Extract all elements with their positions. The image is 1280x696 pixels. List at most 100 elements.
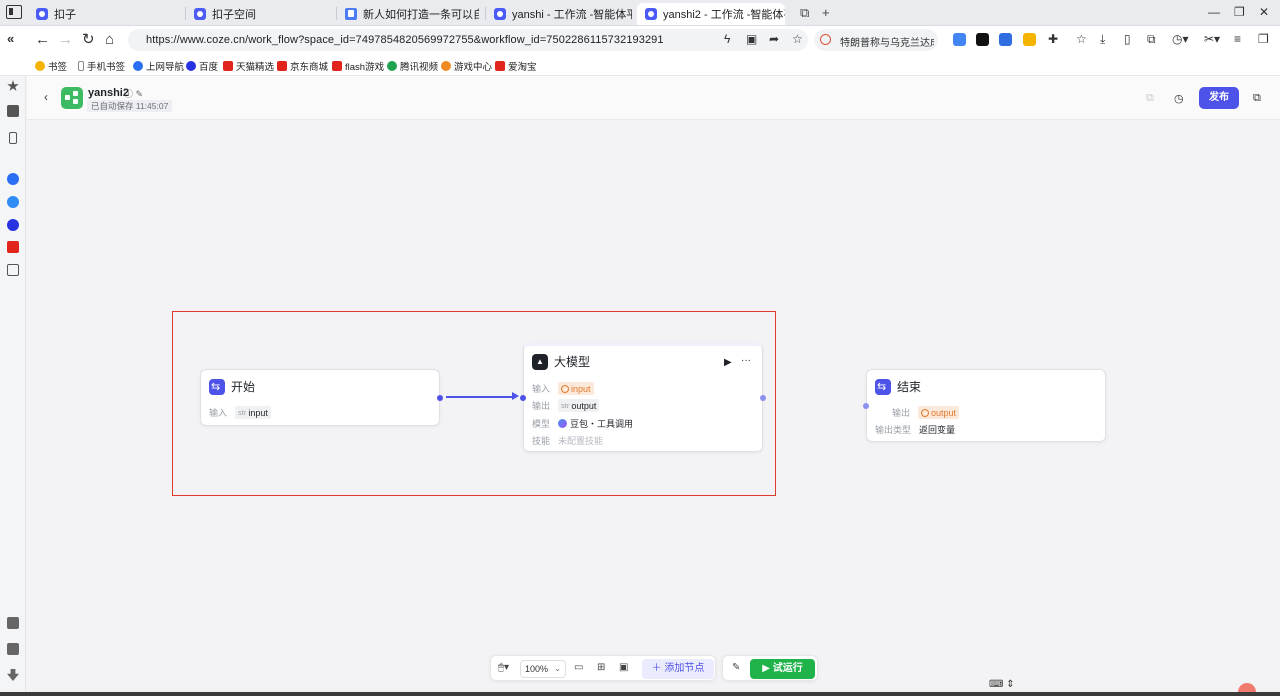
end-input-port[interactable] [863, 403, 869, 409]
puzzle-icon[interactable]: ✚ [1048, 32, 1058, 46]
history-clock-icon[interactable]: ◷ [1174, 92, 1184, 105]
phone-icon[interactable] [9, 132, 17, 144]
sidebar-toggle-icon[interactable] [6, 5, 22, 19]
llm-node[interactable]: 大模型 ▶ ··· 输入 input 输出 str output 模型 豆包・工… [523, 343, 763, 452]
grid-layout-icon[interactable]: ⊞ [597, 662, 605, 673]
variable-name: output [571, 400, 597, 411]
more-options-icon[interactable]: ··· [741, 355, 751, 366]
back-icon[interactable]: ← [35, 32, 50, 48]
bookmark-item[interactable]: 手机书签 [78, 59, 125, 73]
taskbar-strip [0, 692, 1280, 696]
video-app-icon[interactable] [7, 241, 19, 253]
bookmark-item[interactable]: 书签 [35, 59, 67, 73]
copy-icon[interactable]: ❐ [1258, 32, 1269, 46]
reload-icon[interactable]: ↻ [82, 32, 95, 48]
debug-wrench-icon[interactable]: ✎ [732, 662, 740, 673]
bookmark-item[interactable]: 天猫精选 [223, 59, 274, 73]
favorites-star-icon[interactable] [7, 80, 19, 91]
workflow-header: ‹ yanshi2 ⓘ ✎ 已自动保存 11:45:07 ⧉ ◷ 发布 ⧉ [27, 76, 1280, 120]
bookmark-item[interactable]: 游戏中心 [441, 59, 492, 73]
bookmark-item[interactable]: 爱淘宝 [495, 59, 537, 73]
close-window-icon[interactable]: ✕ [1259, 5, 1269, 19]
tab-article[interactable]: 新人如何打造一条可以自动生成小 [337, 3, 479, 25]
bookmark-item[interactable]: 京东商城 [277, 59, 328, 73]
add-node-button[interactable]: ＋ 添加节点 [642, 659, 714, 679]
bookmark-item[interactable]: 腾讯视频 [387, 59, 438, 73]
llm-model-icon [532, 353, 548, 370]
ai-extension-icon[interactable] [953, 33, 966, 46]
phone-icon[interactable]: ▯ [1124, 32, 1131, 46]
edge-start-to-llm[interactable] [446, 396, 516, 398]
bookmark-item[interactable]: 百度 [186, 59, 218, 73]
tab-yanshi[interactable]: yanshi - 工作流 -智能体平台 [486, 3, 632, 25]
end-node-icon [875, 378, 891, 395]
search-app-icon[interactable] [7, 173, 19, 185]
news-search-box[interactable]: 特朗普称与乌克兰达成 [814, 29, 938, 51]
chevron-down-icon: ⌄ [554, 664, 561, 673]
input-variable-tag: str input [235, 406, 271, 419]
toolbox-icon[interactable] [7, 643, 19, 655]
llm-input-port[interactable] [520, 395, 526, 401]
info-edit-icons[interactable]: ⓘ ✎ [124, 87, 143, 100]
tab-list-icon[interactable]: ⧉ [800, 5, 809, 21]
window-icon[interactable]: ⧉ [1147, 32, 1156, 47]
favorites-icon[interactable]: ☆ [1076, 32, 1087, 46]
variable-name: output [931, 407, 957, 418]
start-node[interactable]: 开始 输入 str input [200, 369, 440, 426]
tab-kouzi-space[interactable]: 扣子空间 [186, 3, 336, 25]
publish-button[interactable]: 发布 [1199, 87, 1239, 109]
run-node-icon[interactable]: ▶ [724, 357, 732, 368]
history-icon[interactable]: ◷▾ [1172, 32, 1189, 46]
menu-icon[interactable]: ≡ [1234, 32, 1241, 46]
doubao-model-icon [558, 419, 568, 428]
bookmark-item[interactable]: 上网导航 [133, 59, 184, 73]
more-panel-icon[interactable]: ⧉ [1253, 92, 1261, 105]
bookmark-label: 书签 [48, 62, 68, 73]
bookmark-star-icon[interactable]: ☆ [792, 32, 803, 46]
tab-kouzi[interactable]: 扣子 [28, 3, 178, 25]
keyboard-icon[interactable]: ⌨ ⇕ [989, 679, 1015, 690]
url-text[interactable]: https://www.coze.cn/work_flow?space_id=7… [146, 34, 664, 46]
llm-output-port[interactable] [760, 395, 766, 401]
start-output-port[interactable] [437, 395, 443, 401]
forward-icon[interactable]: → [58, 32, 73, 48]
tab-yanshi2[interactable]: yanshi2 - 工作流 -智能体平台 × [637, 3, 785, 25]
minimap-icon[interactable]: ▣ [619, 662, 628, 673]
run-toolbar: ✎ ▶ 试运行 [722, 655, 818, 681]
folder-icon[interactable] [1023, 33, 1036, 46]
comment-icon[interactable]: ▭ [574, 662, 583, 673]
mouse-mode-icon[interactable]: 🖱▾ [498, 662, 509, 673]
doc-favicon-icon [345, 8, 357, 20]
home-icon[interactable]: ⌂ [105, 32, 114, 48]
new-tab-icon[interactable]: + [822, 5, 830, 20]
output-variable-tag: str output [558, 399, 600, 412]
zoom-select[interactable]: 100% ⌄ [520, 660, 566, 678]
output-type-value: 返回变量 [919, 425, 956, 435]
bookmark-label: 京东商城 [290, 62, 329, 73]
collapse-sidebar-icon[interactable]: « [7, 31, 14, 46]
translate-icon[interactable] [999, 33, 1012, 46]
extension-icon[interactable] [976, 33, 989, 46]
download-icon[interactable]: ⤓ [1100, 32, 1105, 47]
media-icon[interactable] [7, 617, 19, 629]
assistant-icon[interactable] [7, 196, 19, 208]
paw-icon[interactable] [7, 219, 19, 231]
add-app-icon[interactable] [7, 264, 19, 276]
share-icon[interactable]: ➦ [769, 32, 779, 46]
pin-icon[interactable] [7, 669, 19, 681]
back-chevron-icon[interactable]: ‹ [44, 90, 48, 104]
zoom-value: 100% [525, 664, 549, 674]
lightning-icon[interactable]: ϟ [724, 32, 730, 46]
test-run-button[interactable]: ▶ 试运行 [750, 659, 815, 679]
folder-icon[interactable] [7, 105, 19, 117]
cut-icon[interactable]: ✂▾ [1204, 32, 1220, 46]
minimize-icon[interactable]: — [1208, 5, 1220, 19]
restore-icon[interactable]: ❐ [1234, 5, 1245, 19]
bookmark-label: 游戏中心 [454, 62, 493, 73]
jd-icon [277, 61, 287, 71]
copy-workflow-icon[interactable]: ⧉ [1146, 92, 1154, 105]
end-node[interactable]: 结束 输出 output 输出类型 返回变量 [866, 369, 1106, 442]
screenshot-icon[interactable]: ▣ [746, 32, 757, 46]
edge-arrow-icon [512, 392, 519, 400]
bookmark-item[interactable]: flash游戏 [332, 59, 384, 73]
